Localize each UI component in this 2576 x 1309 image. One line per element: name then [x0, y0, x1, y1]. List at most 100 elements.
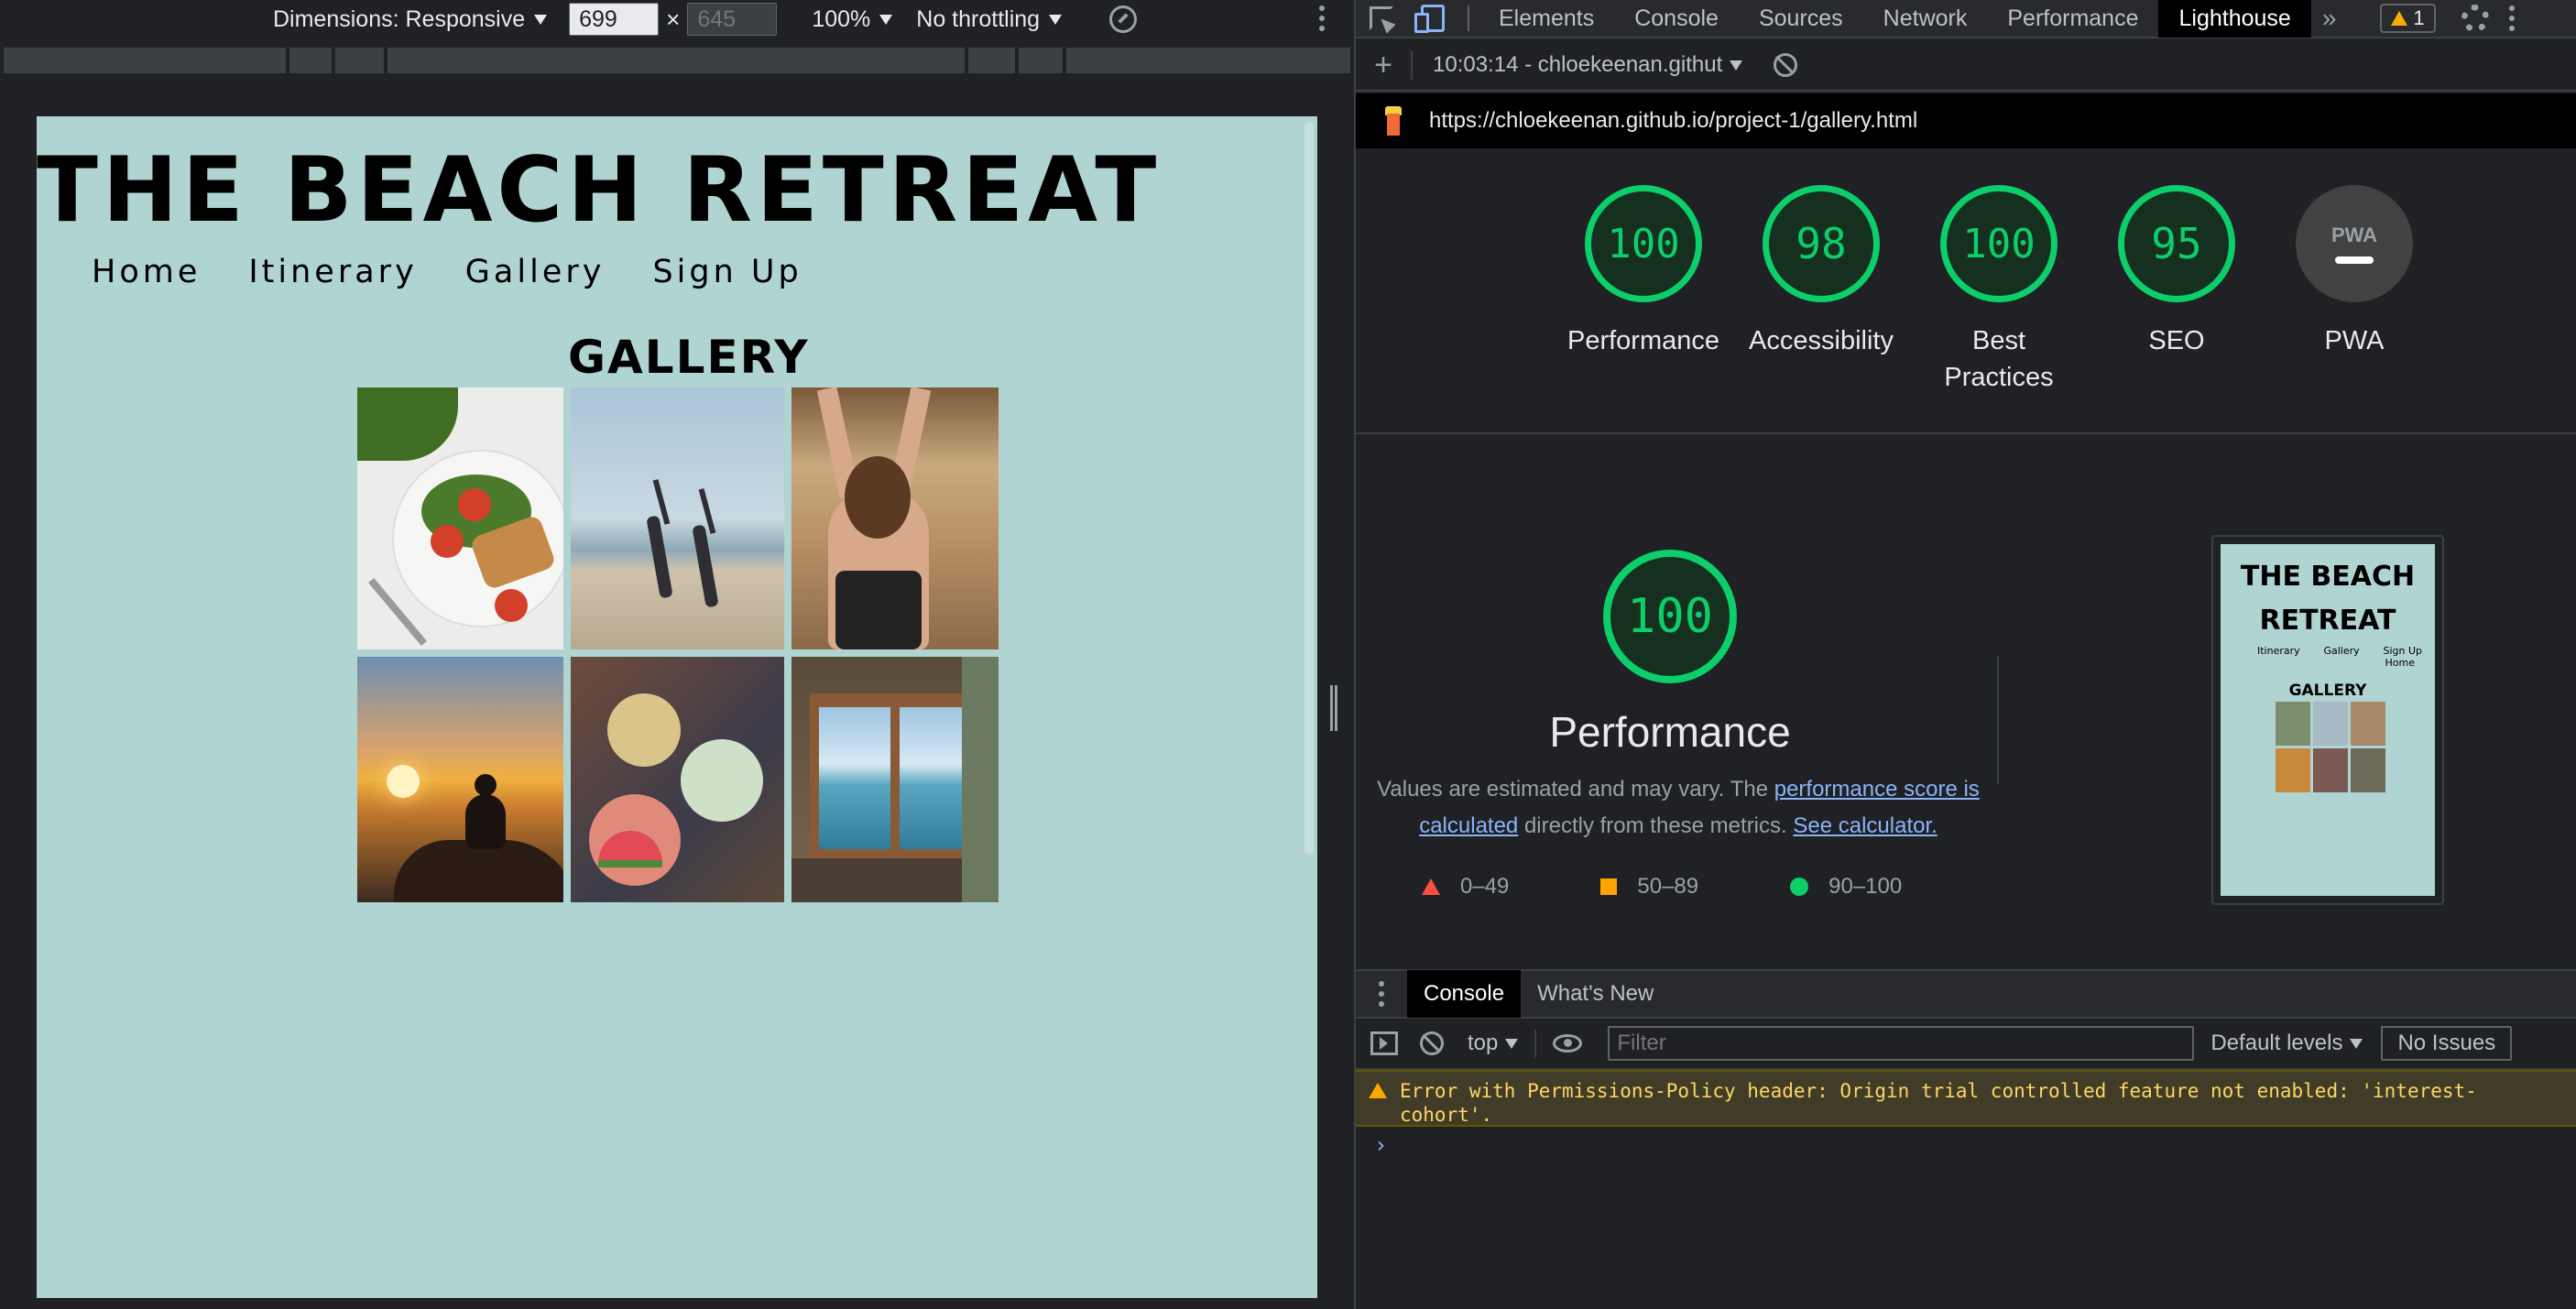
- tab-network[interactable]: Network: [1863, 0, 1988, 38]
- gallery-photo-sunset-meditation: [357, 657, 563, 902]
- gear-icon[interactable]: [2461, 5, 2489, 32]
- gauge-pwa[interactable]: PWA PWA: [2263, 185, 2446, 359]
- live-expression-eye-icon[interactable]: [1553, 1034, 1583, 1053]
- media-query-bar[interactable]: [4, 48, 1350, 73]
- nav-link-home[interactable]: Home: [92, 254, 201, 290]
- gallery-photo-salad: [357, 387, 563, 649]
- chevron-down-icon: [1505, 1038, 1519, 1049]
- warning-text: Error with Permissions-Policy header: Or…: [1400, 1080, 2477, 1126]
- thumbnail-nav-item: Sign Up: [2383, 645, 2422, 657]
- thumbnail-gallery-heading: GALLERY: [2288, 682, 2367, 700]
- score-gauges: 100 Performance 98 Accessibility 100 Bes…: [1356, 148, 2576, 434]
- site-title: THE BEACH RETREAT: [37, 138, 1162, 243]
- context-label: top: [1468, 1031, 1499, 1055]
- nav-link-gallery[interactable]: Gallery: [465, 254, 606, 290]
- chevron-down-icon: [879, 14, 893, 25]
- plus-icon[interactable]: +: [1356, 48, 1411, 83]
- performance-section: 100 Performance Values are estimated and…: [1356, 436, 2576, 969]
- page-viewport: THE BEACH RETREAT Home Itinerary Gallery…: [37, 116, 1317, 1298]
- gauge-ring: 100: [1585, 185, 1702, 302]
- gauge-label: Best Practices: [1944, 326, 2054, 392]
- score-legend: 0–49 50–89 90–100: [1422, 874, 1993, 900]
- legend-pass: 90–100: [1790, 874, 1902, 900]
- lighthouse-toolbar: + 10:03:14 - chloekeenan.githut: [1356, 40, 2576, 92]
- drawer-menu-icon[interactable]: [1356, 981, 1407, 1007]
- gauge-label: SEO: [2148, 326, 2205, 355]
- warning-count: 1: [2413, 6, 2425, 29]
- gallery-heading: GALLERY: [568, 331, 810, 384]
- warnings-badge[interactable]: 1: [2380, 4, 2436, 33]
- desc-text: directly from these metrics.: [1518, 813, 1794, 838]
- report-url-bar: https://chloekeenan.github.io/project-1/…: [1356, 93, 2576, 148]
- tab-elements[interactable]: Elements: [1479, 0, 1614, 38]
- legend-label: 0–49: [1460, 874, 1510, 899]
- log-levels-dropdown[interactable]: Default levels: [2210, 1031, 2363, 1056]
- tab-performance[interactable]: Performance: [1987, 0, 2158, 38]
- performance-title: Performance: [1549, 708, 1791, 756]
- zoom-label: 100%: [812, 5, 871, 32]
- chevron-down-icon: [534, 14, 548, 25]
- more-options-icon[interactable]: [2508, 5, 2515, 31]
- warning-icon: [2391, 11, 2408, 26]
- thumbnail-nav-item: Itinerary: [2257, 645, 2300, 657]
- chevron-down-icon: [1049, 14, 1063, 25]
- report-select[interactable]: 10:03:14 - chloekeenan.githut: [1433, 52, 1753, 78]
- final-screenshot-thumbnail[interactable]: THE BEACH RETREAT Itinerary Gallery Sign…: [2211, 535, 2444, 905]
- dimensions-dropdown[interactable]: Dimensions: Responsive: [273, 5, 548, 33]
- screen: Dimensions: Responsive × 100% No throttl…: [0, 0, 2576, 1309]
- fail-triangle-icon: [1422, 878, 1440, 895]
- gallery-photo-drinks: [571, 657, 784, 902]
- console-warning-message[interactable]: Error with Permissions-Policy header: Or…: [1356, 1070, 2576, 1127]
- throttling-label: No throttling: [916, 5, 1041, 32]
- thumbnail-gallery-grid: [2276, 702, 2385, 792]
- console-filter-input[interactable]: [1608, 1026, 2195, 1061]
- performance-score-ring: 100: [1603, 550, 1737, 683]
- gauge-performance[interactable]: 100 Performance: [1552, 185, 1735, 359]
- dimensions-label: Dimensions: Responsive: [273, 5, 526, 32]
- pass-circle-icon: [1790, 878, 1809, 896]
- devtools-pane: Elements Console Sources Network Perform…: [1354, 0, 2576, 1309]
- throttling-dropdown[interactable]: No throttling: [916, 5, 1063, 33]
- gauge-accessibility[interactable]: 98 Accessibility: [1730, 185, 1913, 359]
- tab-lighthouse[interactable]: Lighthouse: [2158, 0, 2311, 38]
- console-prompt[interactable]: ›: [1374, 1132, 2576, 1158]
- thumbnail-nav-item: Home: [2385, 657, 2415, 669]
- see-calculator-link[interactable]: See calculator.: [1793, 813, 1937, 838]
- gauge-best-practices[interactable]: 100 Best Practices: [1907, 185, 2090, 396]
- pane-resize-handle[interactable]: [1330, 685, 1337, 731]
- drawer-tab-whats-new[interactable]: What's New: [1521, 970, 1670, 1018]
- inspect-element-button[interactable]: [1356, 0, 1407, 38]
- pwa-badge-text: PWA: [2330, 224, 2378, 246]
- viewport-scrollbar[interactable]: [1304, 122, 1314, 855]
- average-square-icon: [1600, 878, 1618, 895]
- gallery-grid: [357, 387, 999, 902]
- log-levels-label: Default levels: [2210, 1031, 2343, 1055]
- issues-button[interactable]: No Issues: [2381, 1026, 2513, 1061]
- thumbnail-nav-item: Gallery: [2323, 645, 2360, 657]
- warning-icon: [1369, 1083, 1387, 1098]
- rotate-icon[interactable]: [1109, 5, 1138, 33]
- nav-link-itinerary[interactable]: Itinerary: [248, 254, 417, 290]
- show-sidebar-icon[interactable]: [1370, 1031, 1398, 1055]
- zoom-dropdown[interactable]: 100%: [812, 5, 893, 33]
- nav-link-sign-up[interactable]: Sign Up: [652, 254, 802, 290]
- drawer-tab-console[interactable]: Console: [1407, 970, 1522, 1018]
- inspect-icon: [1370, 6, 1393, 30]
- device-icon: [1414, 5, 1445, 33]
- legend-fail: 0–49: [1422, 874, 1509, 900]
- tab-sources[interactable]: Sources: [1739, 0, 1863, 38]
- gauge-seo[interactable]: 95 SEO: [2085, 185, 2268, 359]
- clear-reports-icon[interactable]: [1774, 53, 1797, 77]
- report-url[interactable]: https://chloekeenan.github.io/project-1/…: [1429, 108, 1917, 134]
- pwa-badge-icon: PWA: [2296, 185, 2413, 302]
- tab-console[interactable]: Console: [1614, 0, 1739, 38]
- context-selector[interactable]: top: [1468, 1031, 1519, 1056]
- chevron-down-icon: [2350, 1038, 2363, 1049]
- gauge-ring: 98: [1763, 185, 1880, 302]
- width-input[interactable]: [569, 3, 660, 36]
- more-options-icon[interactable]: [1319, 5, 1326, 31]
- more-tabs-icon[interactable]: »: [2311, 4, 2348, 33]
- clear-console-icon[interactable]: [1420, 1031, 1444, 1055]
- device-toggle-button[interactable]: [1407, 0, 1458, 38]
- height-input[interactable]: [687, 3, 778, 36]
